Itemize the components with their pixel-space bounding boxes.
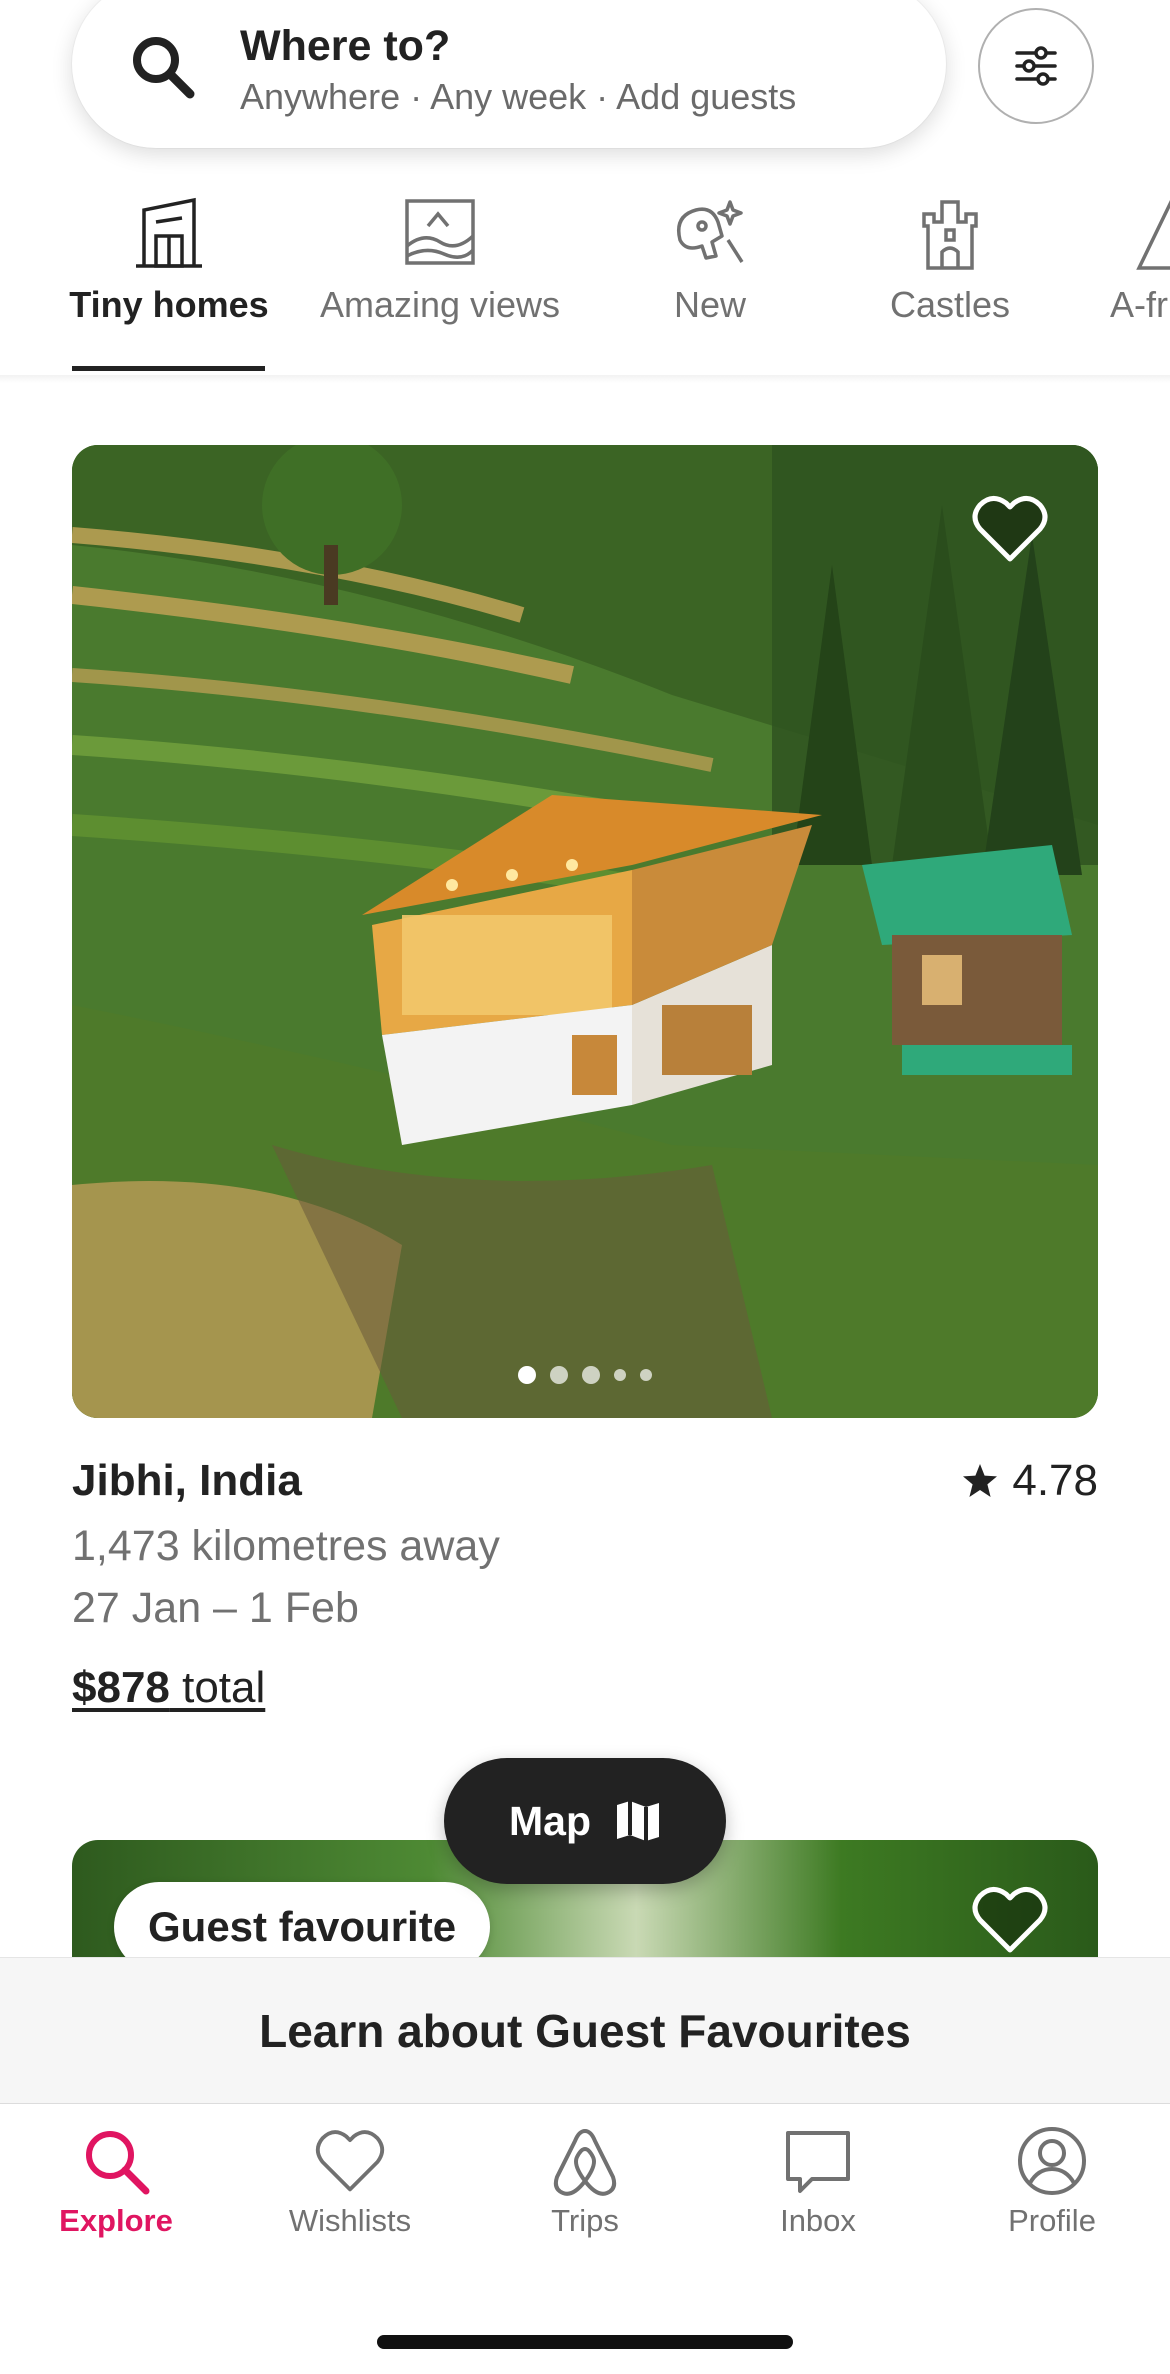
filter-sliders-icon (1015, 46, 1057, 86)
listing-rating: 4.78 (962, 1456, 1098, 1506)
tab-castles[interactable]: Castles (860, 170, 1040, 375)
nav-trips[interactable]: Trips (495, 2125, 675, 2239)
profile-icon (1018, 2127, 1086, 2195)
nav-label: Trips (551, 2203, 619, 2238)
tiny-home-icon (136, 197, 202, 268)
map-icon (617, 1801, 659, 1841)
page-dot[interactable] (550, 1366, 568, 1384)
a-frame-icon (1136, 199, 1170, 270)
search-bar[interactable]: Where to? Anywhere · Any week · Add gues… (72, 0, 946, 148)
tab-amazing-views[interactable]: Amazing views (306, 170, 574, 375)
new-icon (677, 200, 744, 263)
listing-photo-illustration (72, 445, 1098, 1418)
search-icon (133, 37, 195, 99)
tab-label: New (673, 284, 747, 325)
category-tabs: Tiny homes Amazing views New Castles A-f… (0, 170, 1170, 376)
listing-distance: 1,473 kilometres away (72, 1522, 500, 1570)
wishlist-heart-icon[interactable] (972, 495, 1048, 563)
tab-label: Amazing views (319, 284, 561, 325)
home-indicator[interactable] (377, 2335, 793, 2349)
divider (0, 375, 1170, 383)
nav-label: Wishlists (288, 2203, 412, 2238)
tab-tiny-homes[interactable]: Tiny homes (60, 170, 278, 375)
nav-profile[interactable]: Profile (962, 2125, 1142, 2239)
star-icon (963, 1464, 998, 1497)
tab-label: A-fr (1110, 284, 1168, 325)
nav-label: Inbox (780, 2203, 856, 2238)
price-amount: $878 (72, 1663, 170, 1712)
listing-location[interactable]: Jibhi, India (72, 1456, 302, 1506)
search-title: Where to? (240, 22, 451, 70)
nav-label: Explore (59, 2203, 173, 2238)
airbnb-logo-icon (553, 2129, 617, 2196)
amazing-views-icon (405, 199, 475, 265)
bottom-navigation: Explore Wishlists Trips Inbox Profile (0, 2103, 1170, 2374)
listing-dates: 27 Jan – 1 Feb (72, 1584, 359, 1632)
page-dot[interactable] (640, 1369, 652, 1381)
message-icon (786, 2131, 850, 2193)
price-suffix: total (169, 1663, 266, 1712)
wishlist-heart-icon[interactable] (972, 1886, 1048, 1954)
tab-new[interactable]: New (620, 170, 800, 375)
listing-price[interactable]: $878 total (72, 1663, 265, 1713)
nav-inbox[interactable]: Inbox (728, 2125, 908, 2239)
map-button[interactable]: Map (444, 1758, 726, 1884)
page-dot[interactable] (518, 1366, 536, 1384)
search-icon (86, 2131, 150, 2195)
search-subtitle: Anywhere · Any week · Add guests (240, 76, 797, 117)
nav-wishlists[interactable]: Wishlists (260, 2125, 440, 2239)
heart-icon (315, 2130, 385, 2192)
learn-guest-favourites-banner[interactable]: Learn about Guest Favourites (0, 1957, 1170, 2104)
map-button-label: Map (509, 1797, 591, 1844)
page-dot[interactable] (582, 1366, 600, 1384)
castle-icon (922, 200, 978, 270)
rating-value: 4.78 (1012, 1456, 1098, 1505)
page-dot[interactable] (614, 1369, 626, 1381)
active-tab-indicator (72, 366, 265, 371)
listing-photo[interactable] (72, 445, 1098, 1418)
tab-label: Castles (889, 284, 1011, 325)
filters-button[interactable] (978, 8, 1094, 124)
photo-pagination (72, 1366, 1098, 1384)
tab-a-frames[interactable]: A-fr (1110, 170, 1170, 375)
nav-explore[interactable]: Explore (26, 2125, 206, 2239)
tab-label: Tiny homes (69, 284, 269, 325)
nav-label: Profile (1008, 2203, 1096, 2238)
